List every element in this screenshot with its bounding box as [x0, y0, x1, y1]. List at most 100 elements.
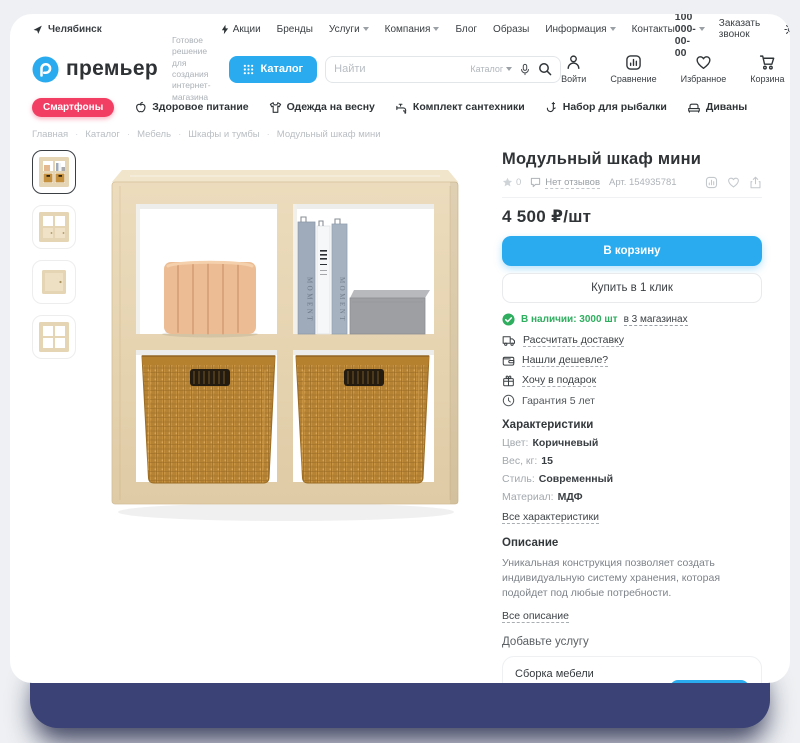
category-sofas[interactable]: Диваны: [687, 101, 747, 114]
top-nav-services[interactable]: Услуги: [329, 24, 369, 35]
fishing-hook-icon: [545, 101, 558, 114]
stock-status: В наличии: 3000 шт в 3 магазинах: [502, 313, 762, 326]
login-button[interactable]: Войти: [561, 54, 586, 84]
rating: 0: [502, 177, 521, 188]
spec-row-material: Материал: МДФ: [502, 491, 762, 503]
chevron-down-icon: [699, 27, 705, 31]
peach-box: [162, 262, 258, 338]
category-plumbing-kit[interactable]: Комплект сантехники: [395, 101, 525, 114]
product-price: 4 500 ₽/шт: [502, 207, 762, 227]
add-to-cart-button[interactable]: В корзину: [502, 236, 762, 266]
thumbnail-4[interactable]: [32, 315, 76, 359]
category-spring-clothes[interactable]: Одежда на весну: [269, 101, 375, 114]
stock-available: В наличии: 3000 шт: [521, 314, 618, 325]
description-heading: Описание: [502, 537, 762, 549]
breadcrumb-furniture[interactable]: Мебель: [137, 129, 171, 140]
faucet-icon: [395, 101, 408, 114]
divider: [502, 197, 762, 198]
product-image[interactable]: MOMENT MOMENT: [90, 150, 482, 552]
microphone-icon[interactable]: [519, 63, 531, 76]
top-nav-blog[interactable]: Блог: [455, 24, 477, 35]
all-specs-link[interactable]: Все характеристики: [502, 511, 599, 524]
clock-icon: [502, 394, 515, 407]
cart-icon: [759, 54, 776, 71]
logo[interactable]: премьер: [32, 56, 158, 83]
category-badge-smartphones[interactable]: Смартфоны: [32, 98, 114, 117]
header-actions: Войти Сравнение Избранное: [561, 54, 784, 84]
compare-icon: [625, 54, 642, 71]
theme-toggle-icon[interactable]: [784, 23, 790, 36]
top-nav: Акции Бренды Услуги Компания Блог Образы…: [220, 24, 675, 35]
gift-link[interactable]: Хочу в подарок: [502, 374, 762, 387]
search-category-dropdown[interactable]: Каталог: [470, 64, 512, 74]
tshirt-icon: [269, 101, 282, 114]
lightning-icon: [220, 24, 230, 35]
heart-icon: [695, 54, 712, 71]
search-bar: Каталог: [325, 56, 561, 83]
search-icon[interactable]: [538, 62, 552, 76]
compare-button[interactable]: Сравнение: [610, 54, 656, 84]
thumbnail-2[interactable]: [32, 205, 76, 249]
product-meta: 0 Нет отзывов Арт. 154935781: [502, 176, 762, 189]
city-selector[interactable]: Челябинск: [32, 24, 102, 35]
top-nav-promos[interactable]: Акции: [220, 24, 261, 35]
catalog-button[interactable]: Каталог: [229, 56, 318, 83]
product-info: Модульный шкаф мини 0 Нет отзывов Арт. 1…: [502, 150, 762, 683]
chevron-down-icon: [433, 27, 439, 31]
wallet-icon: [502, 355, 515, 367]
chevron-down-icon: [506, 67, 512, 71]
category-healthy-food[interactable]: Здоровое питание: [134, 101, 248, 114]
found-cheaper-link[interactable]: Нашли дешевле?: [502, 354, 762, 367]
heart-icon[interactable]: [727, 176, 740, 189]
thumbnail-3[interactable]: [32, 260, 76, 304]
breadcrumb-home[interactable]: Главная: [32, 129, 68, 140]
all-description-link[interactable]: Все описание: [502, 610, 569, 623]
chevron-down-icon: [610, 27, 616, 31]
product-title: Модульный шкаф мини: [502, 150, 762, 169]
top-nav-brands[interactable]: Бренды: [277, 24, 313, 35]
breadcrumb-current: Модульный шкаф мини: [277, 129, 381, 140]
topbar-right: +7 100 000-00-00 Заказать звонок: [675, 14, 790, 59]
spec-row-color: Цвет: Коричневый: [502, 437, 762, 449]
logo-text: премьер: [66, 57, 158, 81]
reviews-link[interactable]: Нет отзывов: [530, 177, 600, 189]
svg-text:MOMENT: MOMENT: [338, 277, 346, 323]
header: премьер Готовое решение для создания инт…: [32, 46, 768, 92]
tagline: Готовое решение для создания интернет-ма…: [172, 35, 211, 104]
check-circle-icon: [502, 313, 515, 326]
stock-stores-link[interactable]: в 3 магазинах: [624, 314, 688, 326]
cart-button[interactable]: Корзина: [750, 54, 784, 84]
search-input[interactable]: [334, 63, 463, 75]
category-fishing-set[interactable]: Набор для рыбалки: [545, 101, 667, 114]
page-card: Челябинск Акции Бренды Услуги Компания Б…: [10, 14, 790, 683]
category-nav: Смартфоны Здоровое питание Одежда на вес…: [32, 92, 768, 122]
gift-icon: [502, 374, 515, 387]
phone-number[interactable]: +7 100 000-00-00: [675, 14, 705, 59]
sku: Арт. 154935781: [609, 177, 677, 188]
chevron-down-icon: [363, 27, 369, 31]
service-card: Сборка мебели 3 500 ₽/шт Добавить: [502, 656, 762, 683]
thumbnail-1-selected[interactable]: [32, 150, 76, 194]
spec-row-weight: Вес, кг: 15: [502, 455, 762, 467]
books: MOMENT MOMENT: [298, 217, 347, 334]
basket-left: [142, 356, 275, 483]
buy-one-click-button[interactable]: Купить в 1 клик: [502, 273, 762, 303]
top-nav-looks[interactable]: Образы: [493, 24, 529, 35]
breadcrumb-cabinets[interactable]: Шкафы и тумбы: [188, 129, 259, 140]
comment-icon: [530, 177, 541, 188]
top-nav-contacts[interactable]: Контакты: [632, 24, 675, 35]
share-icon[interactable]: [749, 176, 762, 189]
user-icon: [565, 54, 582, 71]
specs-heading: Характеристики: [502, 419, 762, 431]
favorites-button[interactable]: Избранное: [681, 54, 727, 84]
top-nav-info[interactable]: Информация: [545, 24, 615, 35]
add-service-button[interactable]: Добавить: [670, 680, 749, 683]
svg-text:MOMENT: MOMENT: [306, 277, 314, 323]
top-nav-company[interactable]: Компания: [385, 24, 440, 35]
city-label: Челябинск: [48, 24, 102, 35]
breadcrumb-catalog[interactable]: Каталог: [85, 129, 120, 140]
compare-icon[interactable]: [705, 176, 718, 189]
callback-link[interactable]: Заказать звонок: [719, 18, 760, 40]
grid-icon: [243, 64, 254, 75]
delivery-link[interactable]: Рассчитать доставку: [502, 334, 762, 347]
